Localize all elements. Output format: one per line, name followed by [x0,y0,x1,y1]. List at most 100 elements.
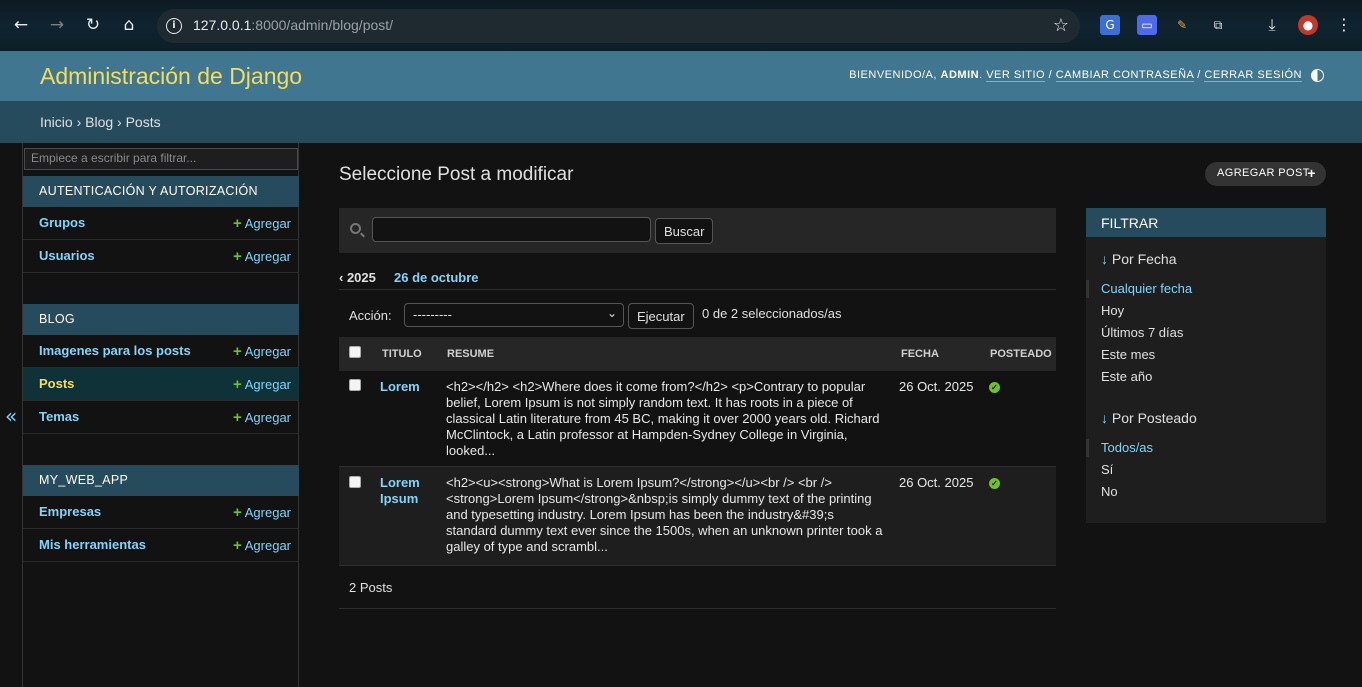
filter-caption: FILTRAR [1086,208,1326,237]
selected-indicator [1086,439,1089,457]
column-header-fecha[interactable]: FECHA [901,348,939,360]
filter-group-posteado[interactable]: ↓ Por Posteado [1101,410,1197,426]
add-herramientas-link[interactable]: + Agregar [233,537,291,554]
breadcrumb[interactable]: Inicio › Blog › Posts [0,101,1362,143]
search-icon [350,223,361,234]
add-usuarios-link[interactable]: + Agregar [233,248,291,265]
add-posts-link[interactable]: + Agregar [233,376,291,393]
filter-option[interactable]: Hoy [1101,303,1124,318]
sidebar-filter-input[interactable]: Empiece a escribir para filtrar... [24,148,298,170]
changelist-filter: FILTRAR ↓ Por Fecha Cualquier fecha Hoy … [1086,208,1326,523]
add-post-button[interactable]: AGREGAR POST + [1205,162,1326,186]
change-password-link[interactable]: CAMBIAR CONTRASEÑA [1055,69,1194,82]
plus-icon: + [232,409,242,426]
add-empresas-link[interactable]: + Agregar [233,504,291,521]
filter-option[interactable]: Últimos 7 días [1101,325,1183,340]
add-imagenes-link[interactable]: + Agregar [233,343,291,360]
site-brand[interactable]: Administración de Django [40,63,302,90]
filter-group-fecha[interactable]: ↓ Por Fecha [1101,251,1176,267]
post-title-link[interactable]: Lorem [380,379,435,395]
plus-icon: + [232,537,242,554]
run-action-button[interactable]: Ejecutar [628,303,694,329]
column-header-resume[interactable]: RESUME [447,348,494,360]
sidebar-item-empresas[interactable]: Empresas + Agregar [23,496,299,529]
add-temas-link[interactable]: + Agregar [233,409,291,426]
translate-extension-icon[interactable]: G [1100,15,1120,35]
home-icon[interactable]: ⌂ [118,14,140,36]
search-input[interactable] [372,217,651,242]
toggle-sidebar-icon[interactable]: « [5,404,17,428]
post-date: 26 Oct. 2025 [899,475,974,490]
filter-option[interactable]: Este año [1101,369,1152,384]
row-checkbox[interactable] [349,476,361,488]
browser-toolbar: ← → ↻ ⌂ i 127.0.0.1:8000/admin/blog/post… [0,0,1362,51]
row-checkbox[interactable] [349,379,361,391]
browser-menu-icon[interactable]: ⋮ [1334,15,1354,35]
filter-option[interactable]: No [1101,484,1118,499]
nav-sidebar: Empiece a escribir para filtrar... AUTEN… [22,143,299,687]
plus-icon: + [1307,165,1316,181]
plus-icon: + [232,504,242,521]
arrow-down-icon: ↓ [1101,251,1108,267]
logout-link[interactable]: CERRAR SESIÓN [1204,69,1302,82]
date-day-link[interactable]: 26 de octubre [394,270,479,285]
forward-icon[interactable]: → [46,14,68,36]
download-icon[interactable]: ⤓ [1262,15,1282,35]
filter-option[interactable]: Todos/as [1101,440,1153,455]
theme-toggle-icon[interactable] [1311,69,1324,82]
post-resume: <h2></h2> <h2>Where does it come from?</… [446,379,880,458]
page-title: Seleccione Post a modificar [339,164,574,185]
chevron-down-icon: ⌄ [606,306,617,320]
site-header: Administración de Django BIENVENIDO/A, A… [0,51,1362,101]
posted-yes-icon: ✓ [989,382,1000,393]
back-icon[interactable]: ← [10,14,32,36]
selection-counter: 0 de 2 seleccionados/as [702,306,842,321]
filter-option[interactable]: Sí [1101,462,1113,477]
sidebar-item-imagenes[interactable]: Imagenes para los posts + Agregar [23,335,299,368]
profile-avatar[interactable]: ● [1298,15,1318,35]
keyboard-extension-icon[interactable]: ▭ [1137,15,1157,35]
column-header-titulo[interactable]: TITULO [382,348,422,360]
table-row: Lorem <h2></h2> <h2>Where does it come f… [339,371,1056,467]
post-date: 26 Oct. 2025 [899,379,974,394]
table-header: TITULO RESUME FECHA POSTEADO [339,337,1056,371]
module-caption-my-web-app[interactable]: MY_WEB_APP [23,465,299,496]
action-select[interactable]: --------- ⌄ [404,303,624,327]
plus-icon: + [232,248,242,265]
post-title-link[interactable]: Lorem Ipsum [380,475,435,507]
extensions-puzzle-icon[interactable]: ⧉ [1208,15,1228,35]
address-bar[interactable]: i 127.0.0.1:8000/admin/blog/post/ ☆ [157,9,1080,43]
sidebar-item-temas[interactable]: Temas + Agregar [23,401,299,434]
sidebar-item-grupos[interactable]: Grupos + Agregar [23,207,299,240]
date-hierarchy: ‹ 2025 26 de octubre [339,270,1056,290]
sidebar-item-posts[interactable]: Posts + Agregar [23,368,299,401]
changelist-search: Buscar [339,208,1056,253]
search-button[interactable]: Buscar [655,218,714,244]
post-resume: <h2><u><strong>What is Lorem Ipsum?</str… [446,475,883,554]
view-site-link[interactable]: VER SITIO [986,69,1046,82]
action-label: Acción: [349,308,392,323]
sidebar-item-mis-herramientas[interactable]: Mis herramientas + Agregar [23,529,299,562]
select-all-checkbox[interactable] [349,346,361,358]
plus-icon: + [232,215,242,232]
url-text[interactable]: 127.0.0.1:8000/admin/blog/post/ [193,17,393,33]
add-grupos-link[interactable]: + Agregar [233,215,291,232]
module-caption-auth[interactable]: AUTENTICACIÓN Y AUTORIZACIÓN [23,176,299,207]
table-row: Lorem Ipsum <h2><u><strong>What is Lorem… [339,467,1056,566]
column-header-posteado[interactable]: POSTEADO [990,348,1052,360]
filter-option[interactable]: Este mes [1101,347,1155,362]
username: ADMIN [940,69,980,81]
plus-icon: + [232,343,242,360]
arrow-down-icon: ↓ [1101,410,1108,426]
module-caption-blog[interactable]: BLOG [23,304,299,335]
posted-yes-icon: ✓ [989,478,1000,489]
pen-extension-icon[interactable]: ✎ [1172,15,1192,35]
date-back-year-link[interactable]: ‹ 2025 [339,270,376,285]
reload-icon[interactable]: ↻ [82,14,104,36]
filter-option[interactable]: Cualquier fecha [1101,281,1192,296]
site-info-icon[interactable]: i [166,18,182,34]
bookmark-star-icon[interactable]: ☆ [1053,15,1069,36]
paginator: 2 Posts [339,566,1056,609]
sidebar-item-usuarios[interactable]: Usuarios + Agregar [23,240,299,273]
user-tools: BIENVENIDO/A, ADMIN. VER SITIO / CAMBIAR… [849,69,1302,82]
